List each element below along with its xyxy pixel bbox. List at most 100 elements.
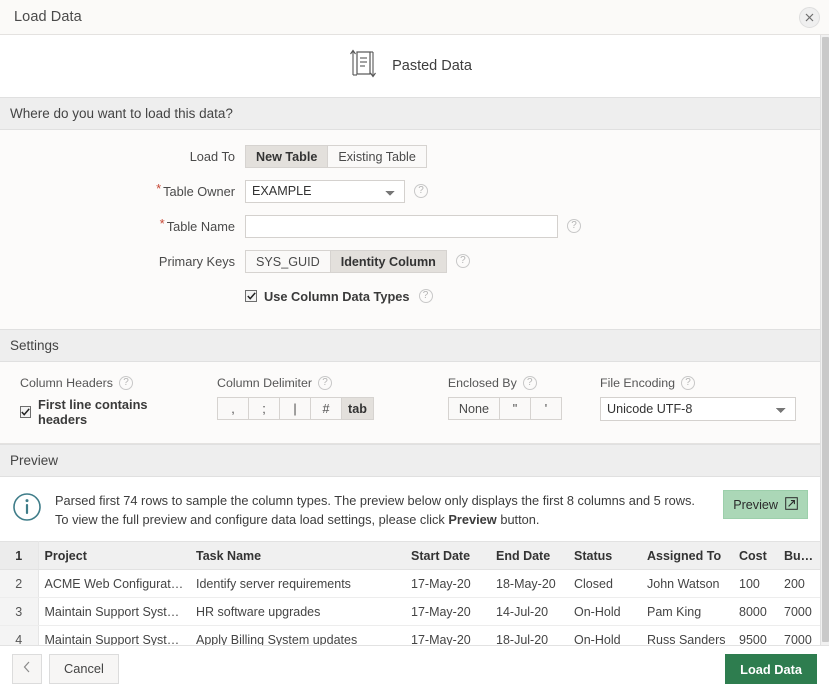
cell-project: Maintain Support Systems xyxy=(38,625,190,645)
section-header-settings-label: Settings xyxy=(10,338,59,353)
delimiter-option-semicolon[interactable]: ; xyxy=(248,397,280,420)
file-encoding-body: Unicode UTF-8 xyxy=(600,397,796,421)
cell-assigned-to: John Watson xyxy=(641,569,733,598)
enclosed-by-option-single-quote[interactable]: ' xyxy=(530,397,562,420)
column-header-status[interactable]: Status xyxy=(568,541,641,570)
required-indicator: * xyxy=(156,180,162,196)
cancel-button[interactable]: Cancel xyxy=(49,654,119,684)
cell-start-date: 17-May-20 xyxy=(405,625,490,645)
load-target-panel: Load To New Table Existing Table * Table … xyxy=(0,130,820,329)
cell-task-name: Identify server requirements xyxy=(190,569,405,598)
enclosed-by-help-icon[interactable]: ? xyxy=(522,376,537,390)
cell-end-date: 18-Jul-20 xyxy=(490,625,568,645)
column-headers-title-row: Column Headers ? xyxy=(20,376,175,390)
cell-project: Maintain Support Systems xyxy=(38,597,190,626)
load-to-option-existing-table[interactable]: Existing Table xyxy=(327,144,427,168)
section-header-preview-label: Preview xyxy=(10,453,59,468)
column-header-project[interactable]: Project xyxy=(38,541,190,570)
preview-button[interactable]: Preview xyxy=(723,490,808,519)
section-header-preview: Preview xyxy=(0,444,820,477)
cell-status: On-Hold xyxy=(568,625,641,645)
table-owner-label: * Table Owner xyxy=(0,180,245,199)
column-delimiter-help-icon[interactable]: ? xyxy=(318,376,333,390)
column-headers-title: Column Headers xyxy=(20,376,113,390)
column-header-assigned-to[interactable]: Assigned To xyxy=(641,541,733,570)
table-header-row: 1 Project Task Name Start Date End Date … xyxy=(0,541,820,570)
table-name-label: * Table Name xyxy=(0,215,245,234)
use-column-data-types-checkbox[interactable] xyxy=(245,290,257,302)
cell-assigned-to: Russ Sanders xyxy=(641,625,733,645)
load-to-button-group: New Table Existing Table xyxy=(245,144,427,168)
cell-status: Closed xyxy=(568,569,641,598)
cell-cost: 8000 xyxy=(733,597,778,626)
table-owner-select[interactable]: EXAMPLE xyxy=(245,179,405,203)
preview-info-message: Parsed first 74 rows to sample the colum… xyxy=(55,490,710,529)
preview-button-label: Preview xyxy=(733,497,778,512)
enclosed-by-option-double-quote[interactable]: " xyxy=(499,397,531,420)
row-number: 1 xyxy=(0,541,39,570)
column-headers-body: First line contains headers xyxy=(20,397,175,427)
cell-budget: 7000 xyxy=(778,597,820,626)
cell-cost: 100 xyxy=(733,569,778,598)
primary-keys-option-identity-column[interactable]: Identity Column xyxy=(329,249,447,273)
settings-panel: Column Headers ? First line contains hea… xyxy=(0,362,820,444)
primary-keys-option-sys-guid[interactable]: SYS_GUID xyxy=(245,249,331,273)
column-delimiter-title: Column Delimiter xyxy=(217,376,313,390)
preview-data-grid: 1 Project Task Name Start Date End Date … xyxy=(0,541,820,645)
file-encoding-select[interactable]: Unicode UTF-8 xyxy=(600,397,796,421)
primary-keys-button-group: SYS_GUID Identity Column xyxy=(245,249,447,273)
column-header-budget[interactable]: Budget xyxy=(778,541,820,570)
table-row: 2 ACME Web Configuration Identify server… xyxy=(0,569,820,598)
column-headers-group: Column Headers ? First line contains hea… xyxy=(20,376,175,427)
row-number: 3 xyxy=(0,597,39,626)
load-data-dialog: Load Data Pasted Data Where do you want … xyxy=(0,0,829,692)
table-owner-help-icon[interactable]: ? xyxy=(414,184,428,198)
source-banner: Pasted Data xyxy=(0,35,820,97)
cell-assigned-to: Pam King xyxy=(641,597,733,626)
delimiter-option-pipe[interactable]: | xyxy=(279,397,311,420)
preview-info-part2: button. xyxy=(496,512,540,527)
chevron-left-icon xyxy=(23,661,31,676)
enclosed-by-group: Enclosed By ? None " ' xyxy=(447,376,562,420)
cell-task-name: HR software upgrades xyxy=(190,597,405,626)
form-row-load-to: Load To New Table Existing Table xyxy=(0,144,820,168)
column-delimiter-button-group: , ; | # tab xyxy=(217,397,374,420)
form-row-primary-keys: Primary Keys SYS_GUID Identity Column ? xyxy=(0,249,820,273)
file-encoding-title-row: File Encoding ? xyxy=(600,376,796,390)
column-header-cost[interactable]: Cost xyxy=(733,541,778,570)
column-headers-help-icon[interactable]: ? xyxy=(118,376,133,390)
load-to-option-new-table[interactable]: New Table xyxy=(245,144,329,168)
primary-keys-help-icon[interactable]: ? xyxy=(455,254,470,268)
scrollbar-thumb[interactable] xyxy=(822,37,829,642)
delimiter-option-hash[interactable]: # xyxy=(310,397,342,420)
form-row-table-name: * Table Name ? xyxy=(0,214,820,238)
delimiter-option-comma[interactable]: , xyxy=(217,397,249,420)
close-icon[interactable] xyxy=(799,7,820,28)
enclosed-by-title-row: Enclosed By ? xyxy=(448,376,562,390)
preview-info-part1: Parsed first 74 rows to sample the colum… xyxy=(55,493,695,527)
vertical-scrollbar[interactable] xyxy=(820,35,829,645)
column-header-start-date[interactable]: Start Date xyxy=(405,541,490,570)
form-row-table-owner: * Table Owner EXAMPLE ? xyxy=(0,179,820,203)
table-name-input[interactable] xyxy=(245,214,558,238)
cell-task-name: Apply Billing System updates xyxy=(190,625,405,645)
file-encoding-help-icon[interactable]: ? xyxy=(681,376,696,390)
first-line-contains-headers-label: First line contains headers xyxy=(38,397,148,427)
use-column-data-types-help-icon[interactable]: ? xyxy=(418,289,433,303)
file-encoding-title: File Encoding xyxy=(600,376,676,390)
cell-status: On-Hold xyxy=(568,597,641,626)
delimiter-option-tab[interactable]: tab xyxy=(341,397,374,420)
form-row-use-column-data-types: Use Column Data Types ? xyxy=(0,284,820,308)
table-name-help-icon[interactable]: ? xyxy=(567,219,581,233)
first-line-contains-headers-checkbox[interactable] xyxy=(20,406,31,418)
row-number: 2 xyxy=(0,569,39,598)
required-indicator: * xyxy=(159,215,165,231)
footer-left-actions: Cancel xyxy=(12,654,119,684)
load-data-button[interactable]: Load Data xyxy=(725,654,817,684)
column-header-end-date[interactable]: End Date xyxy=(490,541,568,570)
enclosed-by-option-none[interactable]: None xyxy=(447,397,500,420)
back-button[interactable] xyxy=(12,654,42,684)
column-header-task-name[interactable]: Task Name xyxy=(190,541,405,570)
section-header-where: Where do you want to load this data? xyxy=(0,97,820,130)
cell-cost: 9500 xyxy=(733,625,778,645)
